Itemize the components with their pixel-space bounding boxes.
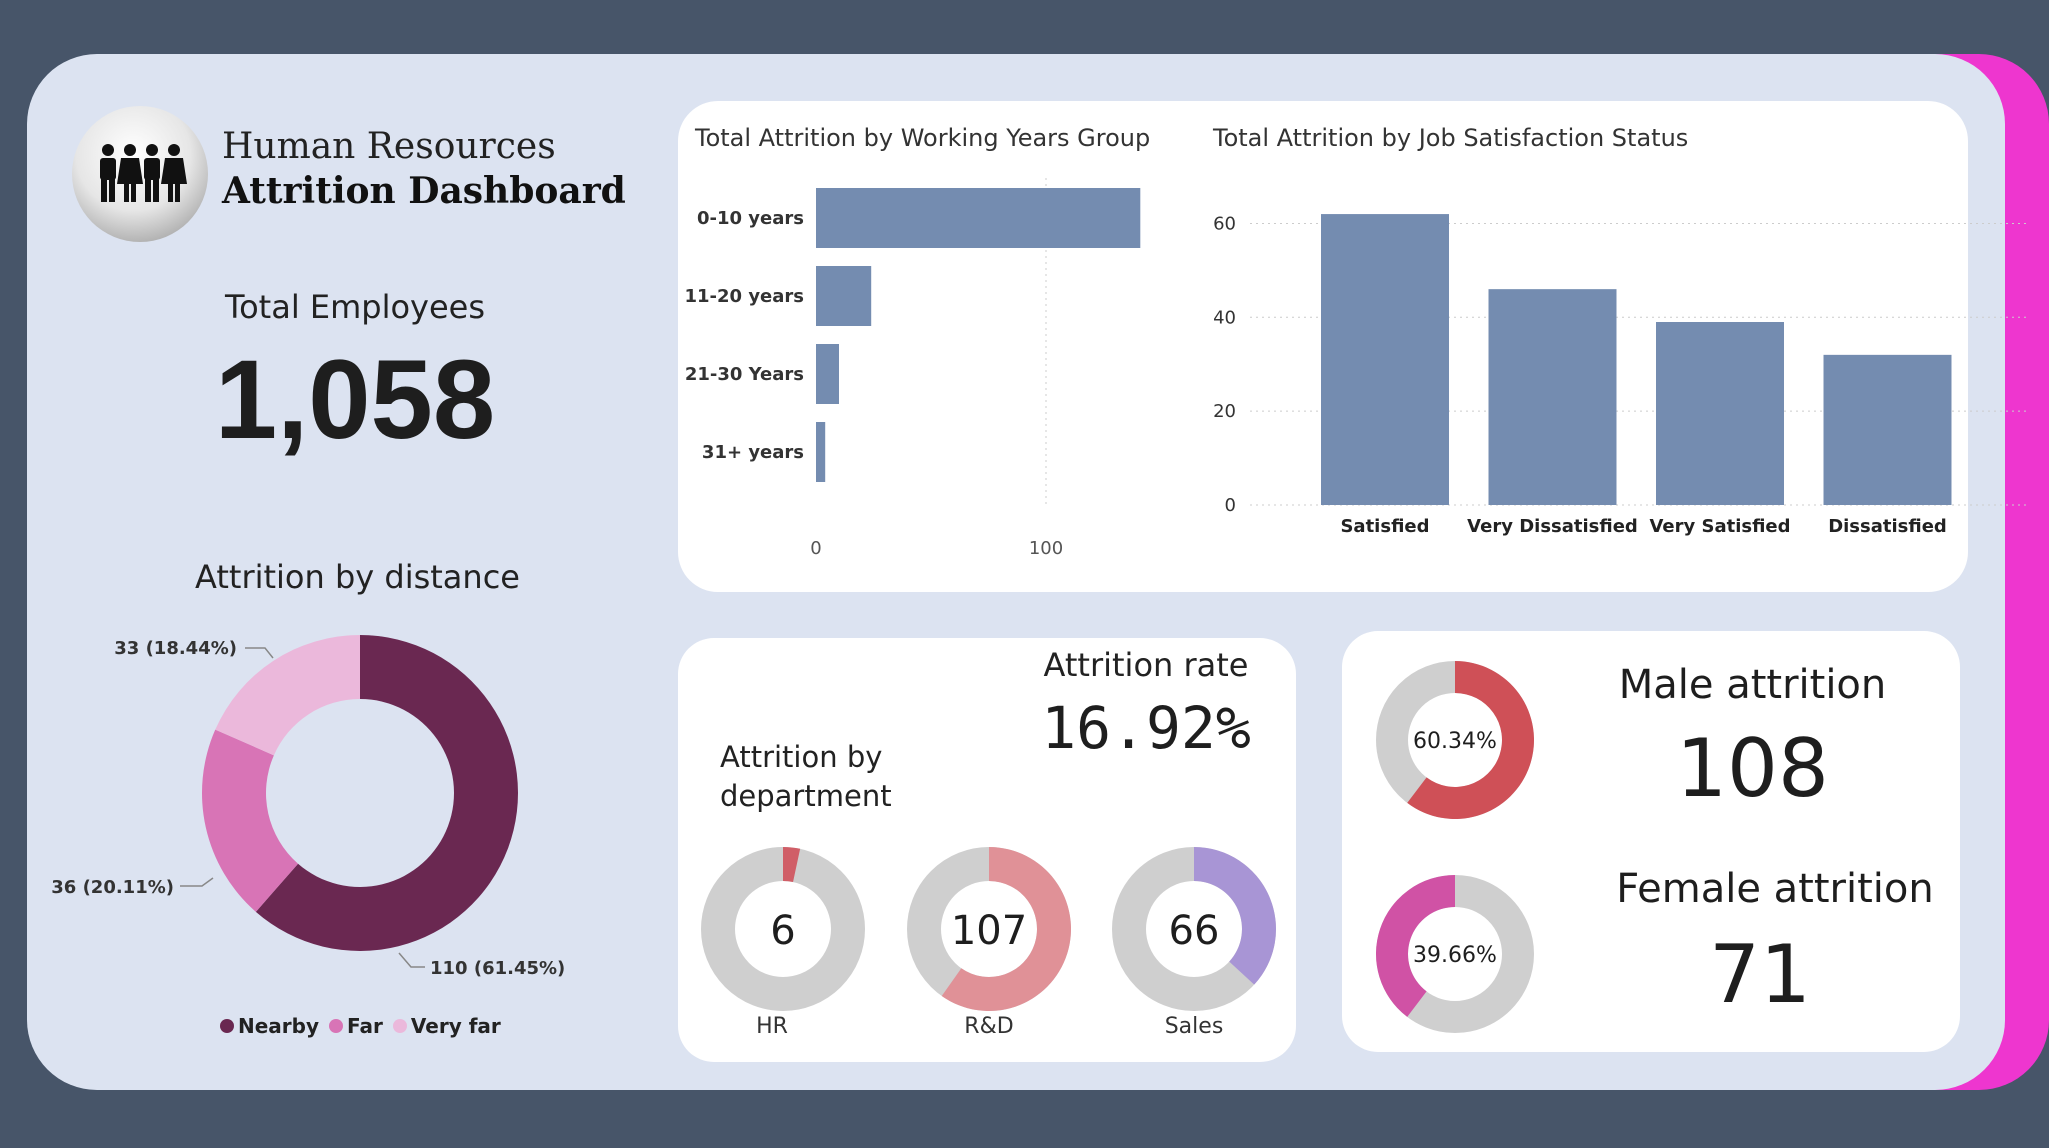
department-donut-charts: 6 HR 107 R&D 66 Sales [701,847,1276,1039]
male-attrition-value: 108 [1676,722,1829,815]
y-tick-label: 0-10 years [697,208,804,229]
legend-dot-nearby [220,1019,234,1033]
x-tick-label: Satisfied [1340,516,1429,537]
department-title-line2: department [720,779,892,813]
y-tick-label: 11-20 years [684,286,804,307]
app-subtitle: Attrition Dashboard [222,170,626,212]
x-tick-label: Dissatisfied [1828,516,1947,537]
data-label-very-far: 33 (18.44%) [114,638,237,659]
distance-donut-chart: 110 (61.45%) 36 (20.11%) 33 (18.44%) [51,635,565,979]
gender-percent-female: 39.66% [1413,943,1497,968]
legend-item-far: Far [329,1014,383,1038]
legend-dot-far [329,1019,344,1033]
y-tick-label: 20 [1213,401,1236,422]
y-tick-label: 0 [1225,495,1236,516]
distance-chart-title: Attrition by distance [195,558,520,596]
bar-very-dissatisfied [1488,289,1617,505]
bar-11-20-years [816,266,872,326]
department-value-sales: 66 [1169,908,1220,954]
app-title: Human Resources [222,126,556,167]
leader-line [398,952,425,968]
distance-legend: Nearby Far Very far [220,1014,501,1038]
job-satisfaction-bar-chart: 0 20 40 60 Satisfied Very Dissatisfied Very Sa… [1213,213,2030,537]
bar-satisfied [1321,214,1449,506]
y-tick-label: 60 [1213,213,1236,234]
bar-very-satisfied [1656,322,1784,505]
data-label-far: 36 (20.11%) [51,877,174,898]
department-value-r-d: 107 [951,908,1027,954]
male-attrition-label: Male attrition [1618,662,1887,708]
attrition-rate-label: Attrition rate [1043,646,1249,684]
y-tick-label: 31+ years [702,442,804,463]
legend-item-very-far: Very far [392,1014,501,1038]
department-name-sales: Sales [1165,1014,1224,1039]
y-tick-label: 21-30 Years [685,364,804,385]
leader-line [180,877,214,887]
gender-percent-male: 60.34% [1413,729,1497,754]
x-tick-label: Very Dissatisfied [1467,516,1638,537]
department-name-hr: HR [756,1014,788,1039]
kpi-label: Total Employees [224,288,486,326]
legend-label-nearby: Nearby [238,1014,320,1038]
data-label-nearby: 110 (61.45%) [430,958,565,979]
department-title-line1: Attrition by [720,740,883,774]
gender-donut-charts: 60.34% 39.66% [1376,661,1534,1033]
department-name-r-d: R&D [964,1014,1013,1039]
department-value-hr: 6 [770,908,795,954]
female-attrition-label: Female attrition [1616,866,1934,912]
department-chart-title: Attrition by department [720,738,892,816]
working-years-bar-chart: 0 100 0-10 years 11-20 years 21-30 Years 31+ … [684,178,1141,559]
people-icon [72,106,208,242]
legend-item-nearby: Nearby [220,1014,319,1038]
y-tick-label: 40 [1213,307,1236,328]
legend-dot-very-far [392,1019,407,1033]
x-tick-label: Very Satisfied [1649,516,1790,537]
bar-0-10-years [816,188,1141,248]
bar-dissatisfied [1823,354,1952,505]
job-satisfaction-chart-title: Total Attrition by Job Satisfaction Stat… [1213,124,1689,152]
x-tick-label: 0 [810,538,821,559]
legend-label-very-far: Very far [410,1014,501,1038]
bar-21-30-years [816,344,839,404]
female-attrition-value: 71 [1709,928,1811,1021]
working-years-chart-title: Total Attrition by Working Years Group [695,124,1151,152]
leader-line [245,647,274,659]
attrition-rate-value: 16.92% [1041,694,1251,762]
kpi-value: 1,058 [214,337,496,462]
bar-31-years [816,422,826,482]
x-tick-label: 100 [1029,538,1063,559]
legend-label-far: Far [347,1014,383,1038]
